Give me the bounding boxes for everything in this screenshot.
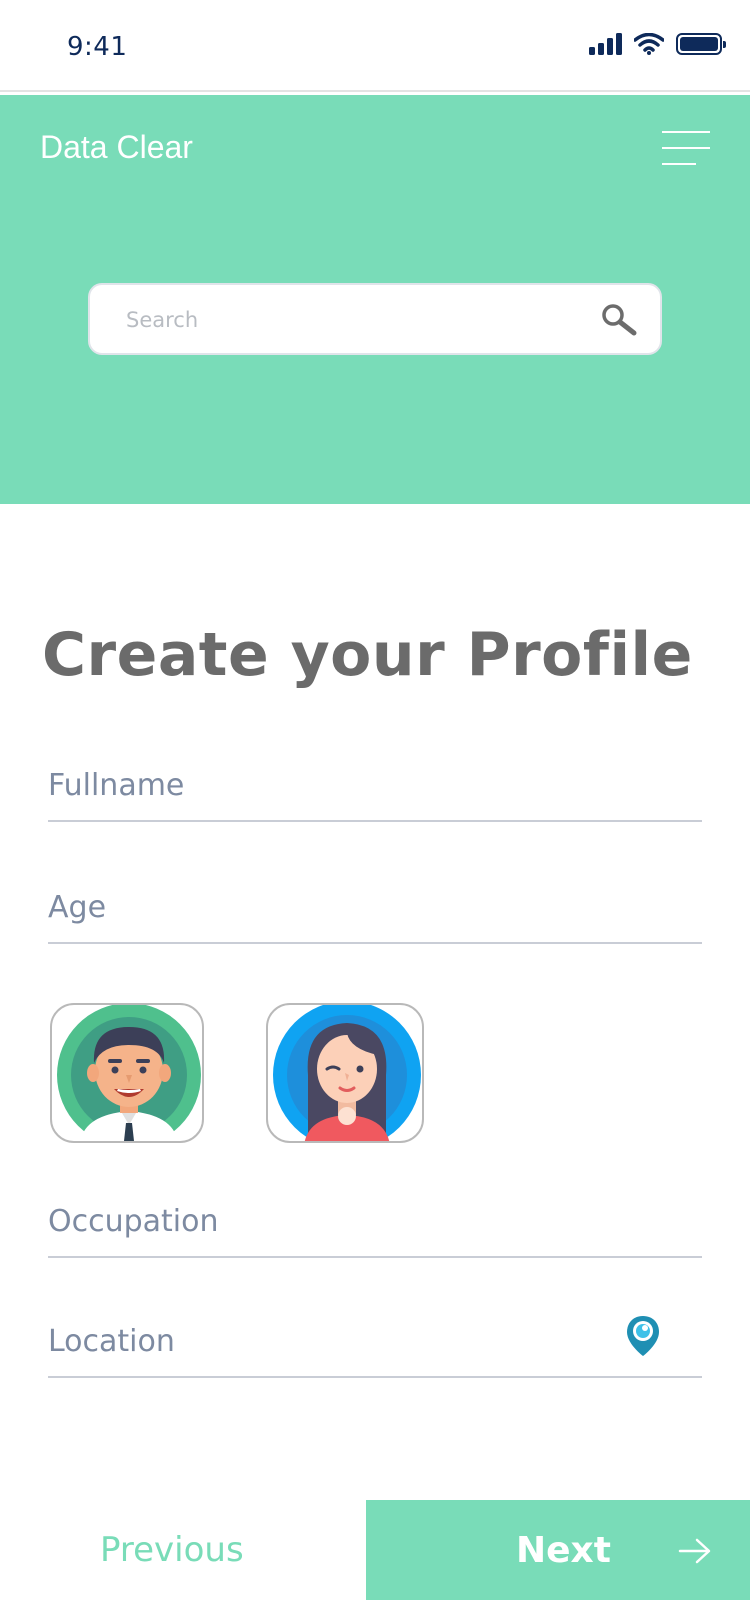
male-avatar-option[interactable] [50,1003,204,1143]
wifi-icon [634,33,664,55]
arrow-right-icon [678,1538,711,1564]
previous-label: Previous [100,1530,244,1570]
status-bar: 9:41 [0,0,750,92]
battery-icon [676,33,726,55]
hamburger-menu-icon[interactable] [662,131,710,165]
status-time: 9:41 [67,32,128,62]
battery-level [680,37,718,51]
male-avatar-icon [57,1005,201,1141]
age-input[interactable] [48,886,608,928]
location-field [48,1296,702,1378]
female-avatar-icon [273,1005,421,1141]
age-field [48,862,702,944]
next-label: Next [516,1530,611,1571]
app-title: Data Clear [40,129,193,165]
status-icons [589,33,726,55]
page-title: Create your Profile [42,620,693,690]
search-bar [88,283,662,355]
location-pin-icon[interactable] [626,1314,660,1358]
occupation-field [48,1176,702,1258]
female-avatar-option[interactable] [266,1003,424,1143]
search-input[interactable] [126,301,576,339]
header: Data Clear [0,95,750,504]
occupation-input[interactable] [48,1200,608,1242]
fullname-input[interactable] [48,764,608,806]
next-button[interactable]: Next [366,1500,750,1600]
location-input[interactable] [48,1320,608,1362]
previous-button[interactable]: Previous [0,1500,366,1600]
signal-bars-icon [589,33,622,55]
search-icon[interactable] [600,303,638,337]
fullname-field [48,740,702,822]
